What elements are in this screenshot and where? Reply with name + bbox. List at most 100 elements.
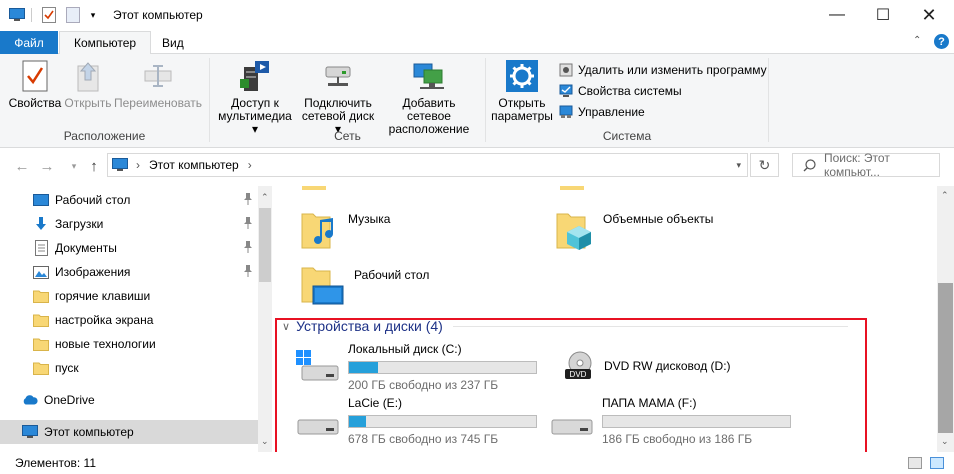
maximize-button[interactable]: ☐: [860, 0, 906, 30]
forward-arrow-icon[interactable]: →: [37, 156, 57, 176]
highlight-frame: [275, 318, 867, 458]
music-folder-icon: [300, 208, 338, 250]
folder-name: Музыка: [348, 212, 391, 226]
add-network-location-button[interactable]: Добавить сетевое расположение: [380, 58, 478, 136]
nav-item-onedrive[interactable]: OneDrive: [0, 388, 258, 412]
scroll-up-icon[interactable]: ⌃: [941, 190, 949, 201]
up-arrow-icon[interactable]: ↑: [84, 156, 104, 176]
refresh-icon[interactable]: ↻: [750, 153, 779, 177]
nav-item-folder[interactable]: пуск: [0, 356, 258, 380]
nav-item-downloads[interactable]: Загрузки: [0, 212, 258, 236]
item-count: Элементов: 11: [15, 456, 96, 470]
help-icon[interactable]: ?: [934, 34, 949, 49]
folder-icon: [33, 336, 49, 352]
rename-button[interactable]: Переименовать: [114, 58, 202, 110]
group-separator: [768, 58, 769, 142]
open-button[interactable]: Открыть: [63, 58, 113, 110]
rename-icon: [141, 58, 175, 94]
pin-icon[interactable]: [242, 192, 254, 206]
tab-file[interactable]: Файл: [0, 31, 58, 54]
folder-name: Объемные объекты: [603, 212, 714, 226]
nav-item-this-pc[interactable]: Этот компьютер: [0, 420, 258, 444]
explorer-window: ▾ Этот компьютер — ☐ ✕ Файл Компьютер Ви…: [0, 0, 954, 474]
tab-computer[interactable]: Компьютер: [59, 31, 152, 55]
scroll-down-icon[interactable]: ⌄: [941, 436, 949, 447]
breadcrumb-chevron-icon[interactable]: ›: [248, 158, 252, 172]
folder-3d-objects[interactable]: Объемные объекты: [555, 206, 795, 252]
nav-item-folder[interactable]: настройка экрана: [0, 308, 258, 332]
large-icons-view-icon[interactable]: [930, 457, 944, 469]
scroll-up-icon[interactable]: ⌃: [261, 192, 269, 203]
folder-icon: [33, 312, 49, 328]
search-box[interactable]: Поиск: Этот компьют...: [792, 151, 940, 179]
address-dropdown-icon[interactable]: ▾: [736, 160, 741, 171]
tab-view[interactable]: Вид: [148, 31, 198, 54]
address-bar[interactable]: › Этот компьютер › ▾: [107, 153, 748, 177]
scroll-down-icon[interactable]: ⌄: [261, 436, 269, 447]
computer-icon: [22, 424, 38, 440]
desktop-folder-icon: [300, 264, 344, 306]
nav-item-documents[interactable]: Документы: [0, 236, 258, 260]
onedrive-cloud-icon: [22, 392, 38, 408]
map-drive-button[interactable]: Подключить сетевой диск ▾: [298, 58, 378, 136]
recent-dropdown-icon[interactable]: ▾: [64, 156, 84, 176]
manage-button[interactable]: Управление: [558, 102, 645, 122]
ribbon-collapse-icon[interactable]: ⌃: [913, 35, 921, 46]
add-location-label-1: Добавить сетевое: [402, 96, 456, 123]
document-icon: [33, 240, 49, 256]
nav-item-desktop[interactable]: Рабочий стол: [0, 188, 258, 212]
folder-icon: [560, 186, 584, 190]
properties-label: Свойства: [8, 96, 62, 110]
open-label: Открыть: [64, 96, 112, 110]
location-group-label: Расположение: [63, 129, 146, 143]
search-placeholder: Поиск: Этот компьют...: [824, 151, 890, 179]
folder-desktop[interactable]: Рабочий стол: [300, 262, 540, 308]
new-folder-qat-icon[interactable]: [64, 6, 82, 24]
navigation-pane: Рабочий стол Загрузки Документы Изображе…: [0, 186, 272, 452]
open-settings-label-2: параметры: [491, 109, 553, 123]
breadcrumb-this-pc[interactable]: Этот компьютер: [149, 158, 239, 172]
nav-item-label: Этот компьютер: [44, 425, 134, 439]
network-drive-icon: [321, 58, 355, 94]
nav-item-pictures[interactable]: Изображения: [0, 260, 258, 284]
system-properties-label: Свойства системы: [578, 84, 682, 98]
breadcrumb-chevron-icon[interactable]: ›: [136, 158, 140, 172]
folder-music[interactable]: Музыка: [300, 206, 540, 252]
title-bar: ▾ Этот компьютер — ☐ ✕: [0, 0, 954, 31]
uninstall-program-button[interactable]: Удалить или изменить программу: [558, 60, 767, 80]
content-scroll-thumb[interactable]: [938, 283, 953, 433]
nav-scrollbar[interactable]: ⌃ ⌄: [258, 186, 272, 452]
uninstall-icon: [558, 62, 574, 78]
properties-qat-icon[interactable]: [40, 6, 58, 24]
qat-dropdown-icon[interactable]: ▾: [84, 6, 102, 24]
nav-item-folder[interactable]: горячие клавиши: [0, 284, 258, 308]
nav-item-folder[interactable]: новые технологии: [0, 332, 258, 356]
close-button[interactable]: ✕: [906, 0, 952, 30]
settings-gear-icon: [505, 58, 539, 94]
nav-item-label: пуск: [55, 361, 79, 375]
minimize-button[interactable]: —: [814, 0, 860, 30]
pin-icon[interactable]: [242, 240, 254, 254]
desktop-icon: [33, 192, 49, 208]
open-settings-button[interactable]: Открыть параметры: [491, 58, 553, 123]
pin-icon[interactable]: [242, 216, 254, 230]
nav-item-label: Рабочий стол: [55, 193, 131, 207]
properties-icon: [18, 58, 52, 94]
pin-icon[interactable]: [242, 264, 254, 278]
system-group-label: Система: [602, 129, 652, 143]
window-title: Этот компьютер: [113, 8, 203, 22]
nav-item-label: Загрузки: [55, 217, 104, 231]
status-bar: Элементов: 11: [0, 452, 954, 474]
computer-icon[interactable]: [8, 6, 26, 24]
address-row: ← → ▾ ↑ › Этот компьютер › ▾ ↻ Поиск: Эт…: [0, 148, 954, 184]
manage-label: Управление: [578, 105, 645, 119]
open-icon: [71, 58, 105, 94]
details-view-icon[interactable]: [908, 457, 922, 469]
media-access-button[interactable]: Доступ к мультимедиа ▾: [214, 58, 296, 136]
back-arrow-icon[interactable]: ←: [12, 156, 32, 176]
nav-item-label: новые технологии: [55, 337, 156, 351]
properties-button[interactable]: Свойства: [8, 58, 62, 110]
search-icon: [803, 158, 816, 172]
system-properties-button[interactable]: Свойства системы: [558, 81, 682, 101]
nav-scroll-thumb[interactable]: [259, 208, 271, 282]
